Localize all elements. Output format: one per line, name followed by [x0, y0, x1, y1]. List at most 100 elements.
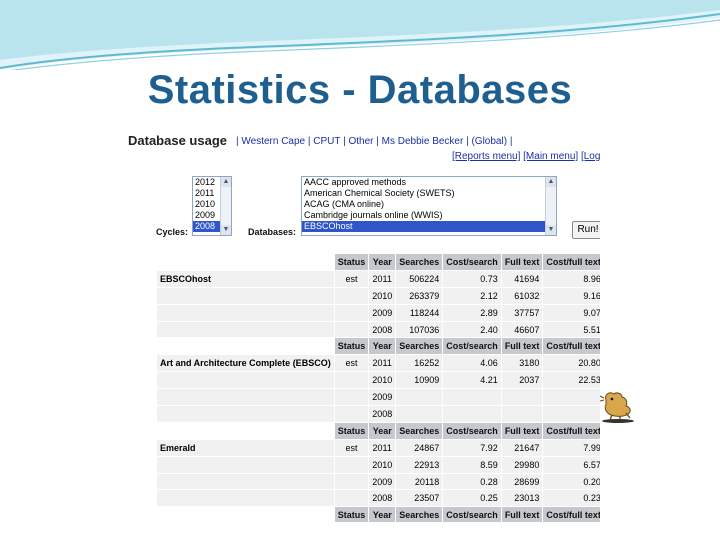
- database-name-cell: EBSCOhost: [157, 270, 334, 287]
- databases-listbox[interactable]: AACC approved methods American Chemical S…: [301, 176, 557, 236]
- table-header-row: Status Year Searches Cost/search Full text Co…: [157, 338, 600, 355]
- empty-name-cell: [157, 389, 334, 406]
- cost-per-full-text-cell: [543, 389, 600, 406]
- full-text-cell: 46607: [501, 321, 543, 338]
- page-title: Database usage: [128, 133, 227, 148]
- empty-name-cell: [157, 372, 334, 389]
- table-row: 2010 22913 8.59 29980 6.57: [157, 456, 600, 473]
- empty-name-cell: [157, 490, 334, 507]
- table-row: Art and Architecture Complete (EBSCO) est…: [157, 355, 600, 372]
- empty-name-cell: [157, 287, 334, 304]
- header-blank-cell: [157, 507, 334, 522]
- cost-per-full-text-cell: 0.20: [543, 473, 600, 490]
- cost-per-search-cell: 0.25: [443, 490, 501, 507]
- cost-per-full-text-cell: 22.53: [543, 372, 600, 389]
- cycles-label: Cycles:: [156, 227, 189, 237]
- column-header: Cost/search: [443, 422, 501, 439]
- column-header: Status: [334, 422, 369, 439]
- column-header: Full text: [501, 422, 543, 439]
- status-cell: est: [334, 439, 369, 456]
- table-header-row: Status Year Searches Cost/search Full text Co…: [157, 254, 600, 270]
- cost-per-search-cell: 2.89: [443, 304, 501, 321]
- empty-status-cell: [334, 304, 369, 321]
- scroll-up-icon[interactable]: ▲: [546, 177, 556, 187]
- cost-per-full-text-cell: 9.16: [543, 287, 600, 304]
- column-header: Searches: [396, 422, 443, 439]
- column-header: Searches: [396, 507, 443, 522]
- cost-per-search-cell: 2.12: [443, 287, 501, 304]
- full-text-cell: 29980: [501, 456, 543, 473]
- searches-cell: 16252: [396, 355, 443, 372]
- database-name-cell: Emerald: [157, 439, 334, 456]
- database-option[interactable]: AACC approved methods: [302, 177, 556, 188]
- screenshot-panel: Database usage | Western Cape | CPUT | O…: [124, 128, 600, 522]
- scroll-up-icon[interactable]: ▲: [221, 177, 231, 187]
- column-header: Searches: [396, 338, 443, 355]
- menu-links: [Reports menu] [Main menu] [Log o: [452, 151, 600, 162]
- cost-per-full-text-cell: 7.99: [543, 439, 600, 456]
- header-blank-cell: [157, 254, 334, 270]
- column-header: Cost/search: [443, 254, 501, 270]
- year-cell: 2008: [369, 321, 396, 338]
- searches-cell: 22913: [396, 456, 443, 473]
- empty-status-cell: [334, 456, 369, 473]
- full-text-cell: 41694: [501, 270, 543, 287]
- searches-cell: 20118: [396, 473, 443, 490]
- cost-per-full-text-cell: 5.51: [543, 321, 600, 338]
- table-row: 2009 118244 2.89 37757 9.07: [157, 304, 600, 321]
- table-row: Emerald est 2011 24867 7.92 21647 7.99: [157, 439, 600, 456]
- empty-status-cell: [334, 490, 369, 507]
- empty-name-cell: [157, 304, 334, 321]
- reports-menu-link[interactable]: [Reports menu]: [452, 151, 520, 162]
- database-option[interactable]: Cambridge journals online (WWIS): [302, 210, 556, 221]
- column-header: Year: [369, 338, 396, 355]
- empty-name-cell: [157, 456, 334, 473]
- empty-name-cell: [157, 473, 334, 490]
- decorative-banner: [0, 0, 720, 70]
- database-option[interactable]: EBSCOhost: [302, 221, 556, 232]
- scroll-down-icon[interactable]: ▼: [546, 225, 556, 235]
- breadcrumb: | Western Cape | CPUT | Other | Ms Debbi…: [236, 136, 512, 147]
- full-text-cell: 28699: [501, 473, 543, 490]
- database-option[interactable]: ACAG (CMA online): [302, 199, 556, 210]
- full-text-cell: 61032: [501, 287, 543, 304]
- column-header: Full text: [501, 254, 543, 270]
- empty-status-cell: [334, 372, 369, 389]
- cost-per-full-text-cell: [543, 406, 600, 422]
- scroll-down-icon[interactable]: ▼: [221, 225, 231, 235]
- year-cell: 2009: [369, 473, 396, 490]
- cost-per-search-cell: 2.40: [443, 321, 501, 338]
- cost-per-full-text-cell: 0.23: [543, 490, 600, 507]
- table-row: 2010 263379 2.12 61032 9.16: [157, 287, 600, 304]
- run-button[interactable]: Run!: [572, 221, 600, 239]
- year-cell: 2009: [369, 304, 396, 321]
- searches-cell: 118244: [396, 304, 443, 321]
- empty-name-cell: [157, 406, 334, 422]
- searches-cell: 24867: [396, 439, 443, 456]
- logout-link[interactable]: [Log o: [581, 151, 600, 162]
- empty-status-cell: [334, 287, 369, 304]
- cycles-listbox[interactable]: 2012 2011 2010 2009 2008 ▲ ▼: [192, 176, 232, 236]
- year-cell: 2008: [369, 406, 396, 422]
- databases-scrollbar[interactable]: ▲ ▼: [545, 177, 556, 235]
- column-header: Year: [369, 422, 396, 439]
- table-row: 2008 23507 0.25 23013 0.23: [157, 490, 600, 507]
- column-header: Cost/search: [443, 507, 501, 522]
- status-cell: est: [334, 270, 369, 287]
- year-cell: 2009: [369, 389, 396, 406]
- year-cell: 2011: [369, 270, 396, 287]
- cycles-scrollbar[interactable]: ▲ ▼: [220, 177, 231, 235]
- cost-per-search-cell: 0.28: [443, 473, 501, 490]
- column-header: Year: [369, 507, 396, 522]
- column-header: Cost/full text: [543, 507, 600, 522]
- database-option[interactable]: American Chemical Society (SWETS): [302, 188, 556, 199]
- full-text-cell: [501, 389, 543, 406]
- empty-status-cell: [334, 389, 369, 406]
- cost-per-search-cell: 7.92: [443, 439, 501, 456]
- header-blank-cell: [157, 422, 334, 439]
- cost-per-full-text-cell: 20.80: [543, 355, 600, 372]
- main-menu-link[interactable]: [Main menu]: [523, 151, 578, 162]
- cost-per-full-text-cell: 8.96: [543, 270, 600, 287]
- breadcrumb-links[interactable]: | Western Cape | CPUT | Other | Ms Debbi…: [236, 136, 512, 147]
- full-text-cell: 37757: [501, 304, 543, 321]
